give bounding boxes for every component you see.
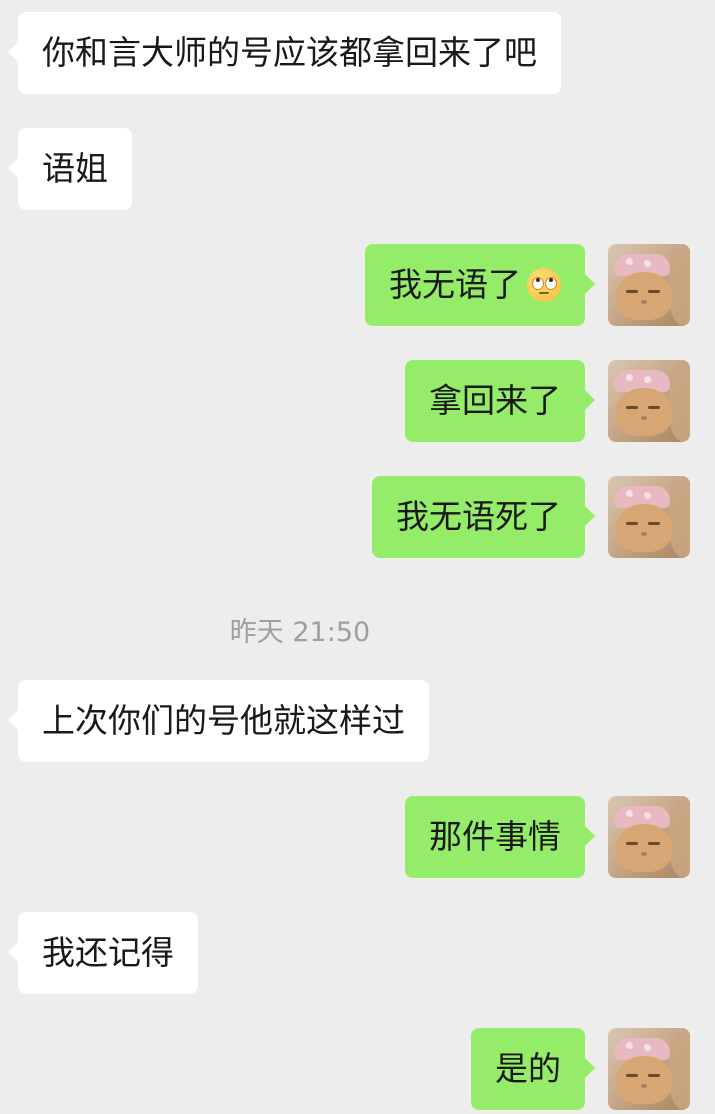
incoming-message-bubble[interactable]: 你和言大师的号应该都拿回来了吧 (8, 12, 561, 94)
message-row: 你和言大师的号应该都拿回来了吧 (0, 12, 715, 94)
message-text: 拿回来了 (429, 381, 561, 420)
message-row: 是的 (0, 1028, 715, 1110)
outgoing-message-bubble[interactable]: 那件事情 (405, 796, 595, 878)
message-row: 上次你们的号他就这样过 (0, 680, 715, 762)
message-row: 拿回来了 (0, 360, 715, 442)
cat-avatar-icon[interactable] (608, 360, 690, 442)
cat-avatar-icon[interactable] (608, 476, 690, 558)
message-text: 我还记得 (42, 933, 174, 972)
outgoing-message-bubble[interactable]: 我无语了 (365, 244, 595, 326)
outgoing-message-bubble[interactable]: 拿回来了 (405, 360, 595, 442)
message-text: 上次你们的号他就这样过 (42, 701, 405, 740)
message-text: 那件事情 (429, 817, 561, 856)
message-row: 语姐 (0, 128, 715, 210)
incoming-message-bubble[interactable]: 语姐 (8, 128, 132, 210)
chat-timestamp: 昨天 21:50 (229, 617, 371, 648)
outgoing-message-bubble[interactable]: 是的 (471, 1028, 595, 1110)
message-text: 你和言大师的号应该都拿回来了吧 (42, 33, 537, 72)
message-text: 我无语死了 (396, 497, 561, 536)
outgoing-message-bubble[interactable]: 我无语死了 (372, 476, 595, 558)
cat-avatar-icon[interactable] (608, 1028, 690, 1110)
incoming-message-bubble[interactable]: 我还记得 (8, 912, 198, 994)
rolling-eyes-emoji-icon (527, 268, 561, 302)
message-row: 我无语了 (0, 244, 715, 326)
message-text: 我无语了 (389, 265, 521, 304)
cat-avatar-icon[interactable] (608, 796, 690, 878)
incoming-message-bubble[interactable]: 上次你们的号他就这样过 (8, 680, 429, 762)
message-row: 我无语死了 (0, 476, 715, 558)
message-row: 那件事情 (0, 796, 715, 878)
message-row: 我还记得 (0, 912, 715, 994)
message-text: 语姐 (42, 149, 108, 188)
cat-avatar-icon[interactable] (608, 244, 690, 326)
message-text: 是的 (495, 1049, 561, 1088)
